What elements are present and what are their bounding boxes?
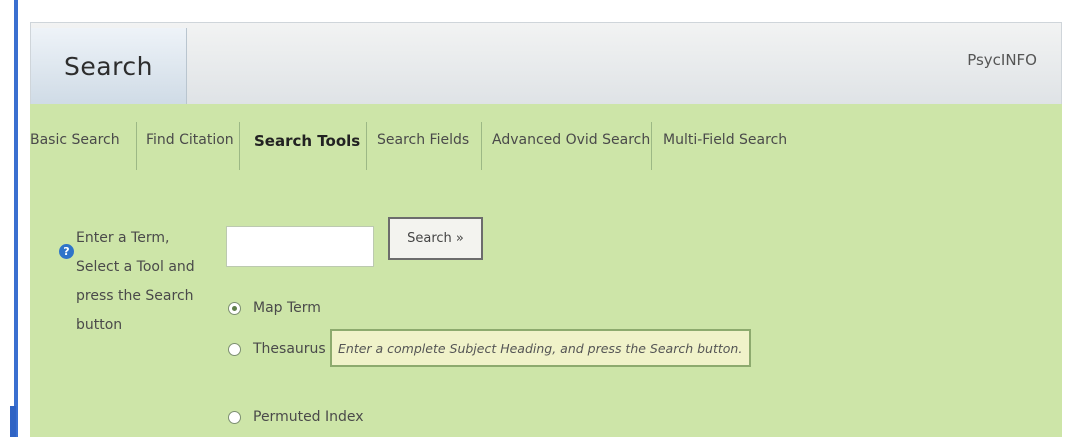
permuted-index-label: Permuted Index [253,409,364,425]
map-term-label: Map Term [253,300,321,316]
search-main-tab-label: Search [64,52,153,81]
left-accent-mark [10,406,16,437]
term-input[interactable] [226,226,374,267]
tab-divider [366,122,367,170]
thesaurus-label: Thesaurus [253,341,326,357]
radio-thesaurus[interactable] [228,342,241,356]
tab-advanced-ovid-search[interactable]: Advanced Ovid Search [492,132,650,148]
database-name: PsycINFO [967,51,1037,69]
tab-divider [651,122,652,170]
radio-map-term[interactable] [228,301,241,315]
tab-search-fields[interactable]: Search Fields [377,132,469,148]
tool-instructions: Enter a Term, Select a Tool and press th… [76,230,195,333]
tab-search-tools[interactable]: Search Tools [254,132,360,150]
radio-permuted-index[interactable] [228,410,241,424]
search-main-tab[interactable]: Search [31,28,187,105]
search-header-bar: Search PsycINFO [30,22,1062,105]
tab-find-citation[interactable]: Find Citation [146,132,234,148]
tab-multi-field-search[interactable]: Multi-Field Search [663,132,787,148]
tab-basic-search[interactable]: Basic Search [30,132,120,148]
help-icon[interactable]: ? [59,244,74,259]
option-map-term[interactable]: Map Term [228,300,321,316]
search-button[interactable]: Search » [388,217,483,260]
option-permuted-index[interactable]: Permuted Index [228,409,364,425]
tab-divider [136,122,137,170]
left-border [14,0,18,437]
tab-divider [481,122,482,170]
thesaurus-hint: Enter a complete Subject Heading, and pr… [330,329,751,367]
option-thesaurus[interactable]: Thesaurus [228,341,326,357]
tab-divider [239,122,240,170]
search-tools-panel: Basic Search Find Citation Search Tools … [30,104,1062,437]
